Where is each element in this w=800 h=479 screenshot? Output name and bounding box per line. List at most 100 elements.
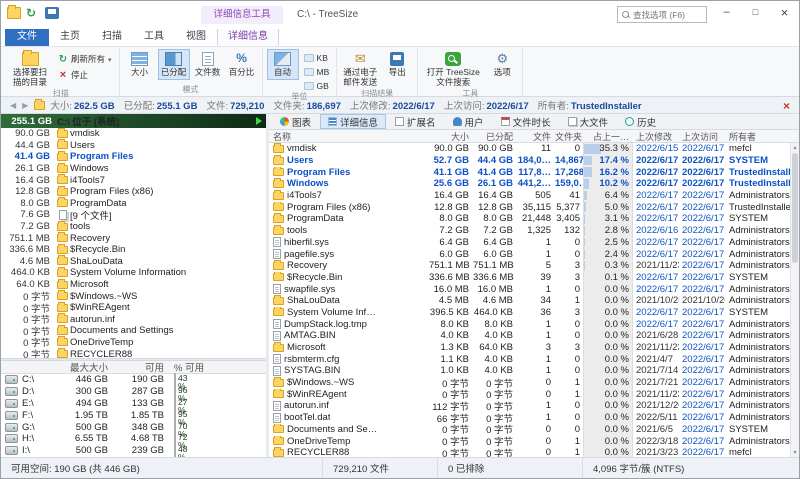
column-header-percent[interactable]: 占上一… <box>583 130 633 142</box>
mode-percent-button[interactable]: 百分比 <box>226 49 258 80</box>
table-row[interactable]: tools 7.2 GB 7.2 GB 1,325 132 2.8 % 2022… <box>269 225 790 237</box>
tree-root-row[interactable]: 255.1 GB C:\ 位于 [系统] <box>1 114 266 128</box>
drive-row[interactable]: D:\ 300 GB 287 GB 96 % <box>1 386 266 398</box>
nav-forward-icon[interactable]: ▶ <box>19 101 31 110</box>
table-row[interactable]: $Windows.~WS 0 字节 0 字节 0 1 0.0 % 2021/7/… <box>269 377 790 389</box>
table-row[interactable]: pagefile.sys 6.0 GB 6.0 GB 1 0 2.4 % 202… <box>269 248 790 260</box>
table-row[interactable]: vmdisk 90.0 GB 90.0 GB 11 0 35.3 % 2022/… <box>269 143 790 155</box>
tree-item[interactable]: 12.8 GB Program Files (x86) <box>1 186 266 198</box>
refresh-icon[interactable] <box>26 7 40 19</box>
tree-item[interactable]: 16.4 GB i4Tools7 <box>1 174 266 186</box>
column-header-owner[interactable]: 所有者 <box>725 130 799 143</box>
tree-item[interactable]: 336.6 MB $Recycle.Bin <box>1 244 266 256</box>
table-row[interactable]: Documents and Se… 0 字节 0 字节 0 0 0.0 % 20… <box>269 424 790 436</box>
table-row[interactable]: rsbmterm.cfg 1.1 KB 4.0 KB 1 0 0.0 % 202… <box>269 353 790 365</box>
table-row[interactable]: hiberfil.sys 6.4 GB 6.4 GB 1 0 2.5 % 202… <box>269 237 790 249</box>
unit-gb-button[interactable]: GB <box>301 80 333 92</box>
table-row[interactable]: System Volume Inf… 396.5 KB 464.0 KB 36 … <box>269 307 790 319</box>
column-header[interactable]: 最大大小 <box>51 360 113 374</box>
unit-auto-button[interactable]: 自动 <box>267 49 299 80</box>
drive-row[interactable]: H:\ 6.55 TB 4.68 TB 72 % <box>1 433 266 445</box>
search-box[interactable] <box>617 6 707 23</box>
table-row[interactable]: bootTel.dat 66 字节 0 字节 1 0 0.0 % 2022/5/… <box>269 412 790 424</box>
table-row[interactable]: Microsoft 1.3 KB 64.0 KB 3 3 0.0 % 2021/… <box>269 342 790 354</box>
ribbon-tab[interactable]: 扫描 <box>91 28 133 46</box>
close-scan-icon[interactable] <box>780 98 793 113</box>
table-row[interactable]: Recovery 751.1 MB 751.1 MB 5 3 0.3 % 202… <box>269 260 790 272</box>
drive-row[interactable]: I:\ 500 GB 239 GB 48 % <box>1 445 266 457</box>
tree-item[interactable]: 464.0 KB System Volume Information <box>1 267 266 279</box>
drive-row[interactable]: E:\ 494 GB 133 GB 27 % <box>1 398 266 410</box>
table-row[interactable]: i4Tools7 16.4 GB 16.4 GB 505 41 6.4 % 20… <box>269 190 790 202</box>
detail-tab[interactable]: 文件时长 <box>493 114 559 129</box>
scroll-up-icon[interactable]: ▴ <box>791 144 799 151</box>
table-row[interactable]: DumpStack.log.tmp 8.0 KB 8.0 KB 1 0 0.0 … <box>269 318 790 330</box>
unit-kb-button[interactable]: KB <box>301 52 333 64</box>
ribbon-tab[interactable]: 工具 <box>133 28 175 46</box>
detail-tab[interactable]: 详细信息 <box>320 114 386 129</box>
expand-arrow-icon[interactable] <box>256 117 262 125</box>
drive-row[interactable]: F:\ 1.95 TB 1.85 TB 95 % <box>1 409 266 421</box>
vertical-scrollbar[interactable]: ▴ ▾ <box>790 143 799 457</box>
tree-item[interactable]: 7.2 GB tools <box>1 221 266 233</box>
nav-back-icon[interactable]: ◀ <box>7 101 19 110</box>
column-header[interactable]: 可用 <box>113 360 169 374</box>
table-row[interactable]: ProgramData 8.0 GB 8.0 GB 21,448 3,405 3… <box>269 213 790 225</box>
column-header-folders[interactable]: 文件夹 <box>555 130 583 143</box>
mode-size-button[interactable]: 大小 <box>124 49 156 80</box>
column-header-allocated[interactable]: 已分配 <box>473 130 517 143</box>
send-email-button[interactable]: 通过电子邮件发送 <box>341 49 379 89</box>
search-input[interactable] <box>633 10 702 20</box>
unit-mb-button[interactable]: MB <box>301 66 333 78</box>
table-row[interactable]: Users 52.7 GB 44.4 GB 184,0… 14,867 17.4… <box>269 155 790 167</box>
tree-item[interactable]: 90.0 GB vmdisk <box>1 128 266 140</box>
table-row[interactable]: RECYCLER88 0 字节 0 字节 0 1 0.0 % 2021/3/23… <box>269 447 790 457</box>
table-row[interactable]: Program Files 41.1 GB 41.4 GB 117,8… 17,… <box>269 166 790 178</box>
tree-item[interactable]: 4.6 MB ShaLouData <box>1 256 266 268</box>
table-row[interactable]: OneDriveTemp 0 字节 0 字节 0 1 0.0 % 2022/3/… <box>269 435 790 447</box>
table-row[interactable]: $WinREAgent 0 字节 0 字节 0 1 0.0 % 2021/11/… <box>269 388 790 400</box>
mode-allocated-button[interactable]: 已分配 <box>158 49 190 80</box>
detail-tab[interactable]: 大文件 <box>560 114 617 129</box>
options-button[interactable]: 选项 <box>486 49 518 80</box>
scrollbar-thumb[interactable] <box>792 153 798 263</box>
ribbon-tab[interactable]: 视图 <box>175 28 217 46</box>
tree-item[interactable]: 7.6 GB [9 个文件] <box>1 209 266 221</box>
tree-item[interactable]: 26.1 GB Windows <box>1 163 266 175</box>
tree-item[interactable]: 44.4 GB Users <box>1 140 266 152</box>
maximize-button[interactable] <box>741 1 770 23</box>
column-header-files[interactable]: 文件 <box>517 130 555 143</box>
column-header-accessed[interactable]: 上次访问 <box>679 130 725 143</box>
select-directory-button[interactable]: 选择要扫描的目录 <box>7 49 53 89</box>
table-row[interactable]: swapfile.sys 16.0 MB 16.0 MB 1 0 0.0 % 2… <box>269 283 790 295</box>
column-header-size[interactable]: 大小 <box>429 130 473 143</box>
table-row[interactable]: ShaLouData 4.5 MB 4.6 MB 34 1 0.0 % 2021… <box>269 295 790 307</box>
table-row[interactable]: AMTAG.BIN 4.0 KB 4.0 KB 1 0 0.0 % 2021/6… <box>269 330 790 342</box>
stop-button[interactable]: 停止 <box>55 68 115 82</box>
scroll-down-icon[interactable]: ▾ <box>791 449 799 456</box>
drive-row[interactable]: G:\ 500 GB 348 GB 70 % <box>1 421 266 433</box>
export-icon[interactable] <box>45 7 59 19</box>
ribbon-tab[interactable]: 文件 <box>5 28 49 46</box>
table-row[interactable]: Program Files (x86) 12.8 GB 12.8 GB 35,1… <box>269 201 790 213</box>
detail-tab[interactable]: 图表 <box>272 114 319 129</box>
open-folder-icon[interactable] <box>7 7 21 19</box>
tree-item[interactable]: 41.4 GB Program Files <box>1 151 266 163</box>
table-row[interactable]: autorun.inf 112 字节 0 字节 1 0 0.0 % 2021/1… <box>269 400 790 412</box>
mode-filecount-button[interactable]: 文件数 <box>192 49 224 80</box>
export-button[interactable]: 导出 <box>381 49 413 80</box>
column-header-name[interactable]: 名称 <box>269 130 429 143</box>
table-row[interactable]: Windows 25.6 GB 26.1 GB 441,2… 159,0… 10… <box>269 178 790 190</box>
column-header-modified[interactable]: 上次修改 <box>633 130 679 143</box>
close-button[interactable] <box>770 1 799 23</box>
detail-tab[interactable]: 扩展名 <box>387 114 444 129</box>
drive-row[interactable]: C:\ 446 GB 190 GB 43 % <box>1 374 266 386</box>
detail-tab[interactable]: 历史 <box>617 114 664 129</box>
ribbon-tab[interactable]: 主页 <box>49 28 91 46</box>
ribbon-tab[interactable]: 详细信息 <box>217 28 279 46</box>
tree-item[interactable]: 0 字节 RECYCLER88 <box>1 348 266 358</box>
table-row[interactable]: $Recycle.Bin 336.6 MB 336.6 MB 39 3 0.1 … <box>269 272 790 284</box>
minimize-button[interactable] <box>712 1 741 23</box>
table-row[interactable]: SYSTAG.BIN 1.0 KB 4.0 KB 1 0 0.0 % 2021/… <box>269 365 790 377</box>
detail-tab[interactable]: 用户 <box>445 114 492 129</box>
